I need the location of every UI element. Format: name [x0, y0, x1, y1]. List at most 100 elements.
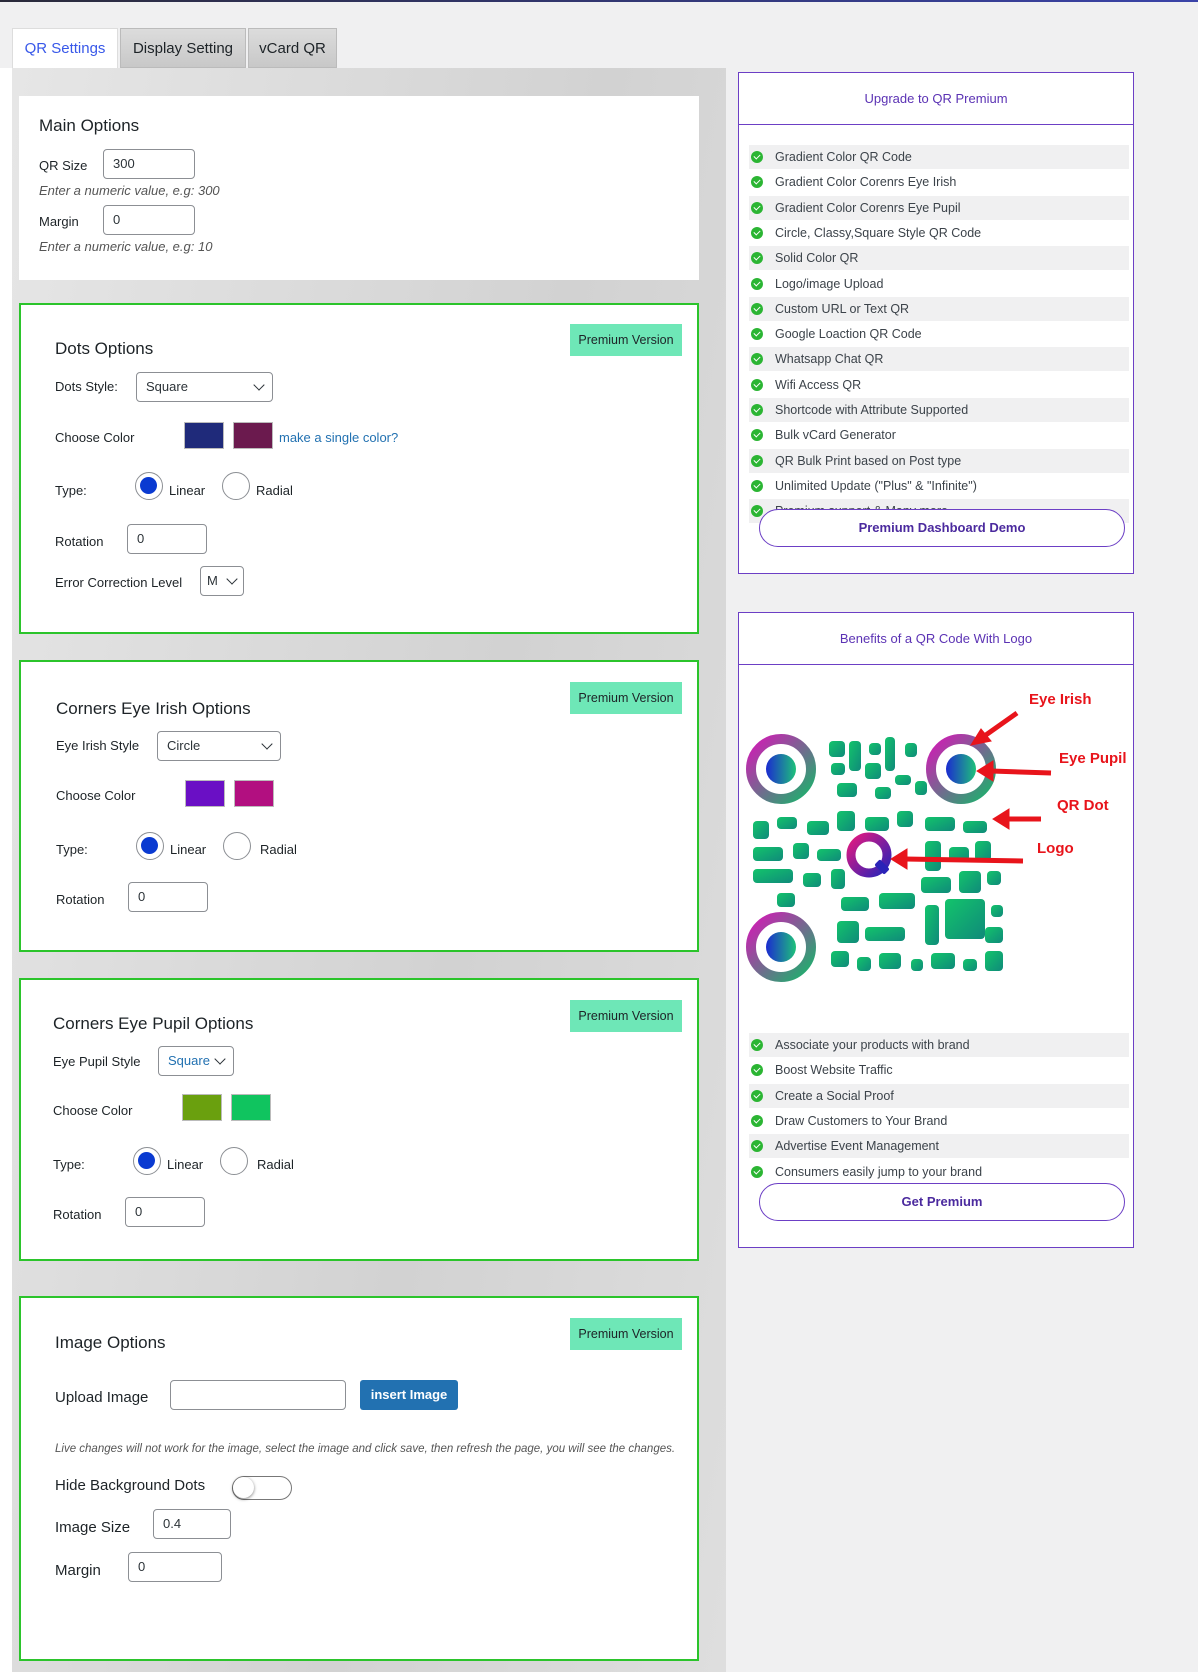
check-circle-icon: [751, 176, 763, 189]
check-circle-icon: [751, 353, 763, 366]
list-item: Bulk vCard Generator: [749, 423, 1129, 447]
eye-irish-color-1-swatch[interactable]: [185, 780, 225, 807]
list-item-label: Bulk vCard Generator: [775, 428, 896, 443]
dots-color-2-swatch[interactable]: [233, 422, 273, 449]
dots-color-label: Choose Color: [55, 430, 135, 445]
check-circle-icon: [751, 378, 763, 391]
margin-input[interactable]: 0: [103, 205, 195, 235]
dots-radial-radio[interactable]: [222, 472, 250, 500]
annotation-eye-pupil: Eye Pupil: [1059, 750, 1127, 767]
upgrade-premium-box: Upgrade to QR Premium Gradient Color QR …: [738, 72, 1134, 574]
upload-image-label: Upload Image: [55, 1389, 149, 1406]
annotation-qr-dot: QR Dot: [1057, 797, 1109, 814]
eye-pupil-rotation-input[interactable]: 0: [125, 1197, 205, 1227]
list-item-label: Boost Website Traffic: [775, 1063, 893, 1078]
hide-background-dots-toggle[interactable]: [232, 1476, 292, 1500]
eye-irish-linear-radio[interactable]: [136, 832, 164, 860]
eye-irish-color-label: Choose Color: [56, 788, 136, 803]
eye-irish-style-value: Circle: [167, 738, 201, 753]
check-circle-icon: [751, 302, 763, 315]
eye-irish-options-card: Corners Eye Irish Options Premium Versio…: [19, 660, 699, 952]
check-circle-icon: [751, 277, 763, 290]
premium-version-badge: Premium Version: [570, 682, 682, 714]
settings-tabs: QR Settings Display Setting vCard QR: [0, 2, 1198, 68]
eye-pupil-color-label: Choose Color: [53, 1103, 133, 1118]
qr-size-label: QR Size: [39, 158, 88, 173]
eye-irish-rotation-input[interactable]: 0: [128, 882, 208, 912]
check-circle-icon: [751, 505, 763, 518]
check-circle-icon: [751, 404, 763, 416]
annotation-eye-irish: Eye Irish: [1029, 691, 1092, 708]
eye-pupil-options-title: Corners Eye Pupil Options: [53, 1014, 254, 1033]
list-item-label: Custom URL or Text QR: [775, 301, 910, 316]
eye-irish-radial-radio[interactable]: [223, 832, 251, 860]
chevron-down-icon: [214, 1053, 226, 1065]
list-item: Create a Social Proof: [749, 1083, 1129, 1108]
eye-irish-style-label: Eye Irish Style: [56, 738, 140, 753]
image-size-input[interactable]: 0.4: [153, 1509, 231, 1539]
eye-pupil-radial-label: Radial: [257, 1157, 294, 1172]
dots-style-select[interactable]: Square: [136, 372, 273, 402]
tab-vcard-qr[interactable]: vCard QR: [248, 28, 337, 68]
eye-irish-color-2-swatch[interactable]: [234, 780, 274, 807]
list-item-label: Google Loaction QR Code: [775, 327, 922, 342]
image-margin-input[interactable]: 0: [128, 1552, 222, 1582]
eye-pupil-style-select[interactable]: Square: [158, 1046, 234, 1076]
error-correction-label: Error Correction Level: [55, 575, 183, 590]
list-item-label: Gradient Color QR Code: [775, 150, 912, 164]
list-item: Whatsapp Chat QR: [749, 347, 1129, 372]
premium-version-badge: Premium Version: [570, 1318, 682, 1350]
check-circle-icon: [751, 1039, 763, 1051]
eye-pupil-color-1-swatch[interactable]: [182, 1094, 222, 1121]
make-single-color-link[interactable]: make a single color?: [279, 430, 398, 445]
dots-rotation-input[interactable]: 0: [127, 524, 207, 554]
premium-version-badge: Premium Version: [570, 1000, 682, 1032]
qr-size-input[interactable]: 300: [103, 149, 195, 179]
dots-style-value: Square: [146, 379, 188, 394]
check-circle-icon: [751, 151, 763, 163]
list-item-label: Advertise Event Management: [775, 1139, 939, 1154]
eye-pupil-style-value: Square: [168, 1053, 210, 1068]
eye-pupil-options-card: Corners Eye Pupil Options Premium Versio…: [19, 978, 699, 1261]
error-correction-select[interactable]: M: [200, 566, 244, 596]
eye-irish-rotation-label: Rotation: [56, 892, 105, 907]
list-item: Solid Color QR: [749, 246, 1129, 271]
list-item: QR Bulk Print based on Post type: [749, 448, 1129, 473]
tab-qr-settings[interactable]: QR Settings: [12, 28, 118, 68]
upload-image-input[interactable]: [170, 1380, 346, 1410]
image-live-changes-note: Live changes will not work for the image…: [55, 1443, 676, 1455]
insert-image-button[interactable]: insert Image: [360, 1380, 458, 1410]
get-premium-button[interactable]: Get Premium: [759, 1183, 1125, 1221]
chevron-down-icon: [261, 738, 273, 750]
eye-irish-style-select[interactable]: Circle: [157, 731, 281, 761]
list-item-label: Circle, Classy,Square Style QR Code: [775, 225, 982, 240]
tab-display-setting[interactable]: Display Setting: [120, 28, 246, 68]
list-item: Logo/image Upload: [749, 272, 1129, 296]
image-margin-label: Margin: [55, 1562, 101, 1579]
premium-dashboard-demo-button[interactable]: Premium Dashboard Demo: [759, 509, 1125, 547]
list-item: Circle, Classy,Square Style QR Code: [749, 221, 1129, 245]
eye-pupil-linear-radio[interactable]: [133, 1147, 161, 1175]
list-item-label: Create a Social Proof: [775, 1088, 894, 1103]
list-item-label: QR Bulk Print based on Post type: [775, 453, 962, 468]
list-item-label: Consumers easily jump to your brand: [775, 1164, 983, 1179]
list-item: Draw Customers to Your Brand: [749, 1109, 1129, 1133]
list-item-label: Logo/image Upload: [775, 276, 884, 291]
premium-version-badge: Premium Version: [570, 324, 682, 356]
dots-color-1-swatch[interactable]: [184, 422, 224, 449]
check-circle-icon: [751, 226, 763, 239]
upgrade-premium-title: Upgrade to QR Premium: [739, 73, 1133, 125]
eye-pupil-radial-radio[interactable]: [220, 1147, 248, 1175]
dots-linear-radio[interactable]: [135, 472, 163, 500]
check-circle-icon: [751, 454, 763, 467]
main-options-card: Main Options QR Size 300 Enter a numeric…: [19, 96, 699, 280]
hide-background-dots-label: Hide Background Dots: [55, 1477, 206, 1494]
check-circle-icon: [751, 328, 763, 341]
eye-pupil-color-2-swatch[interactable]: [231, 1094, 271, 1121]
benefits-title: Benefits of a QR Code With Logo: [739, 613, 1133, 665]
margin-label: Margin: [39, 214, 79, 229]
eye-irish-options-title: Corners Eye Irish Options: [56, 699, 251, 718]
list-item-label: Gradient Color Corenrs Eye Pupil: [775, 200, 961, 215]
chevron-down-icon: [226, 573, 238, 585]
benefits-box: Benefits of a QR Code With Logo Eye Iris…: [738, 612, 1134, 1248]
